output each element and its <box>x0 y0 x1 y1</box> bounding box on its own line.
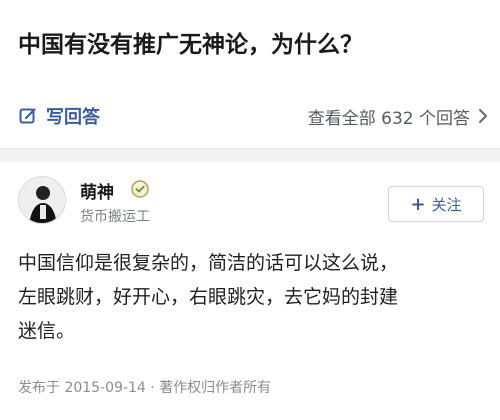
author-name[interactable]: 萌神 <box>80 178 114 203</box>
answer-content: 中国信仰是很复杂的，简洁的话可以这么说， 左眼跳财，好开心，右眼跳灾，去它妈的封… <box>18 246 488 348</box>
plus-icon: + <box>410 193 426 215</box>
answer-actions-bar: 写回答 查看全部 632 个回答 <box>0 94 500 138</box>
answer-line-2: 左眼跳财，好开心，右眼跳灾，去它妈的封建 <box>18 286 399 308</box>
section-divider <box>0 148 500 162</box>
follow-button[interactable]: + 关注 <box>388 186 484 222</box>
question-title: 中国有没有推广无神论，为什么？ <box>18 32 363 58</box>
answer-line-1: 中国信仰是很复杂的，简洁的话可以这么说， <box>18 252 399 274</box>
chevron-right-icon <box>476 107 490 125</box>
avatar[interactable] <box>18 176 66 224</box>
edit-icon <box>18 106 38 126</box>
follow-label: 关注 <box>431 195 462 214</box>
answer-author-header: 萌神 货币搬运工 + 关注 <box>0 172 500 234</box>
view-all-answers-link[interactable]: 查看全部 632 个回答 <box>308 102 490 130</box>
author-description: 货币搬运工 <box>80 209 150 225</box>
publish-meta: 发布于 2015-09-14 · 著作权归作者所有 <box>18 380 272 396</box>
write-answer-label: 写回答 <box>46 107 100 128</box>
verified-badge-icon <box>131 180 149 198</box>
answer-line-3: 迷信。 <box>18 320 76 342</box>
write-answer-button[interactable]: 写回答 <box>18 102 100 130</box>
view-all-answers-label: 查看全部 632 个回答 <box>307 108 470 129</box>
